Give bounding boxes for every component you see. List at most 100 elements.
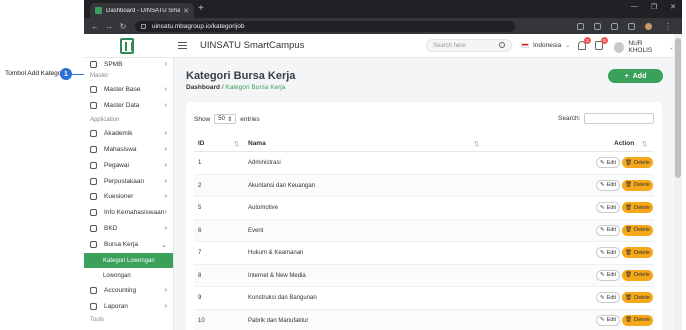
sidebar-item-bkd[interactable]: BKD › (84, 221, 174, 236)
table-search: Search: (558, 113, 655, 124)
delete-button[interactable]: 🗑 Delete (622, 314, 653, 326)
trash-icon: 🗑 (625, 249, 633, 256)
edit-button[interactable]: ✎ Edit (596, 269, 620, 281)
sidebar-item-akademik[interactable]: Akademik › (84, 126, 174, 141)
sidebar-item-master-base[interactable]: Master Base › (84, 82, 174, 97)
new-tab-icon[interactable]: + (198, 3, 204, 14)
message-count-badge: 6 (601, 37, 608, 44)
sidebar-item-kuesioner[interactable]: Kuesioner › (84, 189, 174, 204)
table-row: 10 Pabrik dan Manufaktur ✎ Edit 🗑 Delete (194, 309, 654, 330)
delete-button[interactable]: 🗑 Delete (622, 247, 653, 258)
browser-window: Dashboard - UINSATU SmartCam ✕ + — ❐ ✕ ←… (84, 0, 682, 330)
minimize-icon[interactable]: — (631, 3, 638, 11)
delete-label: Delete (634, 227, 650, 233)
browser-tab[interactable]: Dashboard - UINSATU SmartCam ✕ (90, 3, 194, 18)
sidebar-item-laporan[interactable]: Laporan › (84, 299, 174, 314)
sidebar-item-pegawai[interactable]: Pegawai › (84, 158, 174, 173)
extensions-icon[interactable] (628, 22, 635, 30)
sidebar-item-spmb[interactable]: SPMB › (84, 57, 174, 72)
cell-name: Hukum & Keamanan (248, 250, 304, 256)
app-logo[interactable] (120, 38, 134, 54)
sidebar-item-label: BKD (104, 225, 118, 232)
breadcrumb-current: Kategori Bursa Kerja (225, 84, 286, 91)
sidebar-subitem-lowongan[interactable]: Lowongan (84, 268, 174, 283)
delete-button[interactable]: 🗑 Delete (622, 269, 653, 281)
sidebar-subitem-kategori-lowongan[interactable]: Kategori Lowongan (84, 253, 173, 268)
edit-button[interactable]: ✎ Edit (596, 314, 620, 326)
header-name[interactable]: Nama (248, 140, 266, 147)
edit-button[interactable]: ✎ Edit (596, 292, 620, 303)
graduation-cap-icon (90, 130, 97, 137)
scrollbar-thumb[interactable] (675, 38, 681, 178)
trash-icon: 🗑 (625, 182, 633, 188)
language-selector[interactable]: Indonesia ⌄ (521, 42, 570, 49)
edit-label: Edit (606, 159, 617, 166)
sidebar-item-master-data[interactable]: Master Data › (84, 98, 174, 113)
delete-button[interactable]: 🗑 Delete (622, 179, 653, 191)
zoom-icon[interactable] (577, 22, 584, 30)
url-text: uinsatu.mbagroup.io/kategorijob (152, 22, 245, 30)
message-icon[interactable]: 6 (595, 37, 608, 50)
notification-bell-icon[interactable]: 1 (578, 37, 591, 50)
window-controls: — ❐ ✕ (631, 3, 676, 11)
header-id[interactable]: ID (198, 140, 205, 147)
entries-select[interactable]: 50 ⇕ (214, 114, 237, 124)
forward-icon[interactable]: → (103, 22, 115, 31)
sort-icon[interactable]: ⇅ (474, 140, 479, 148)
address-bar[interactable]: uinsatu.mbagroup.io/kategorijob (135, 20, 515, 32)
sidebar-section-master: Master (90, 73, 109, 79)
reload-icon[interactable]: ↻ (117, 22, 129, 31)
chevron-right-icon: › (164, 86, 167, 93)
table-search-input[interactable] (584, 113, 655, 124)
sidebar-item-perpustakaan[interactable]: Perpustakaan › (84, 174, 174, 189)
chevron-right-icon: › (164, 102, 167, 109)
share-icon[interactable] (594, 22, 601, 30)
close-tab-icon[interactable]: ✕ (183, 7, 189, 15)
breadcrumb-separator: / (221, 84, 224, 91)
report-icon (90, 303, 97, 310)
sort-icon[interactable]: ⇅ (642, 140, 647, 148)
edit-label: Edit (606, 227, 617, 233)
back-icon[interactable]: ← (89, 22, 101, 31)
edit-button[interactable]: ✎ Edit (596, 224, 620, 236)
breadcrumb-root[interactable]: Dashboard (186, 84, 220, 91)
delete-button[interactable]: 🗑 Delete (622, 157, 653, 168)
sidebar-item-bursa-kerja[interactable]: Bursa Kerja ⌄ (84, 237, 174, 252)
delete-label: Delete (634, 317, 650, 323)
box-icon (90, 102, 97, 109)
menu-toggle-icon[interactable] (178, 42, 187, 49)
info-icon (90, 209, 97, 216)
global-search-input[interactable]: Search here (426, 39, 512, 52)
edit-button[interactable]: ✎ Edit (596, 157, 620, 168)
sidebar-section-tools: Tools (90, 317, 105, 323)
sidebar-item-mahasiswa[interactable]: Mahasiswa › (84, 142, 174, 157)
edit-button[interactable]: ✎ Edit (596, 179, 620, 191)
table-header-row: ID ⇅ Nama ⇅ Action ⇅ (194, 134, 654, 152)
cell-id: 7 (198, 250, 202, 256)
delete-button[interactable]: 🗑 Delete (622, 202, 653, 213)
header-action: Action (614, 140, 635, 147)
close-window-icon[interactable]: ✕ (670, 3, 676, 11)
delete-button[interactable]: 🗑 Delete (622, 224, 653, 236)
sort-icon[interactable]: ⇅ (234, 140, 239, 148)
bookmark-star-icon[interactable] (611, 22, 618, 30)
table-row: 7 Hukum & Keamanan ✎ Edit 🗑 Delete (194, 242, 654, 265)
user-menu[interactable]: NUR KHOLIS ⌄ (614, 40, 674, 54)
maximize-icon[interactable]: ❐ (651, 3, 657, 11)
edit-label: Edit (606, 317, 617, 323)
add-category-button[interactable]: + Add (608, 69, 663, 83)
screenshot-stage: Tombol Add Kategori 1 Dashboard - UINSAT… (0, 0, 686, 330)
delete-button[interactable]: 🗑 Delete (622, 292, 653, 303)
page-scrollbar[interactable] (674, 34, 682, 330)
breadcrumb: Dashboard / Kategori Bursa Kerja (186, 84, 285, 91)
sidebar-item-accounting[interactable]: Accounting › (84, 283, 174, 298)
profile-avatar-icon[interactable] (645, 22, 652, 30)
sidebar-item-label: Master Data (104, 102, 140, 109)
search-icon[interactable] (499, 42, 505, 48)
edit-button[interactable]: ✎ Edit (596, 202, 620, 213)
sidebar-item-info-kemahasiswaan[interactable]: Info Kemahasiswaan › (84, 205, 174, 220)
browser-menu-icon[interactable]: ⋮ (662, 22, 674, 31)
pencil-icon: ✎ (599, 294, 605, 301)
pencil-icon: ✎ (599, 227, 605, 233)
edit-button[interactable]: ✎ Edit (596, 247, 620, 258)
